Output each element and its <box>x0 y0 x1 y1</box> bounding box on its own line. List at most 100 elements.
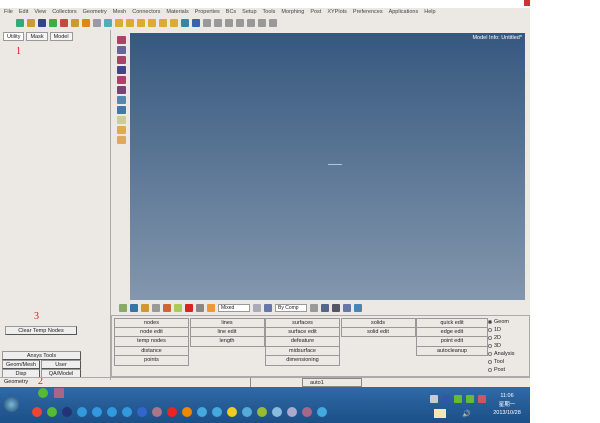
menu-view[interactable]: View <box>34 8 46 16</box>
toolbar-icon[interactable] <box>16 19 24 27</box>
toolbar-icon[interactable] <box>130 303 138 312</box>
taskbar-app-icon[interactable] <box>227 407 237 417</box>
radio-tool[interactable]: Tool <box>488 358 514 366</box>
radio-button[interactable] <box>488 328 492 332</box>
toolbar-icon[interactable] <box>49 19 57 27</box>
toolbar-icon[interactable] <box>310 303 318 312</box>
toolbar-icon[interactable] <box>27 19 35 27</box>
view-icon[interactable] <box>117 36 126 44</box>
view-icon[interactable] <box>117 66 126 74</box>
toolbar-icon[interactable] <box>321 303 329 312</box>
toolbar-icon[interactable] <box>126 19 134 27</box>
radio-button[interactable] <box>488 360 492 364</box>
menu-properties[interactable]: Properties <box>195 8 220 16</box>
tray-icon[interactable] <box>478 395 486 403</box>
view-icon[interactable] <box>117 116 126 124</box>
panel-button-points[interactable]: points <box>114 356 189 366</box>
tray-icon[interactable] <box>454 395 462 403</box>
current-component[interactable]: auto1 <box>302 378 362 387</box>
panel-button-solids[interactable]: solids <box>340 318 416 328</box>
panel-button-surfaces[interactable]: surfaces <box>265 318 340 328</box>
menu-materials[interactable]: Materials <box>166 8 188 16</box>
menu-applications[interactable]: Applications <box>389 8 419 16</box>
toolbar-icon[interactable] <box>236 19 244 27</box>
panel-button-nodes[interactable]: nodes <box>114 318 189 328</box>
tray-icon[interactable] <box>430 395 438 403</box>
radio-geom[interactable]: Geom <box>488 318 514 326</box>
taskbar-app-icon[interactable] <box>107 407 117 417</box>
menu-edit[interactable]: Edit <box>19 8 28 16</box>
volume-icon[interactable]: 🔊 <box>462 410 471 418</box>
toolbar-icon[interactable] <box>225 19 233 27</box>
panel-button-quick-edit[interactable]: quick edit <box>416 318 488 328</box>
panel-button-solid-edit[interactable]: solid edit <box>340 327 416 337</box>
menu-morphing[interactable]: Morphing <box>281 8 304 16</box>
panel-button-midsurface[interactable]: midsurface <box>265 346 340 356</box>
taskbar-app-icon[interactable] <box>32 407 42 417</box>
tray-icon[interactable] <box>466 395 474 403</box>
menu-mesh[interactable]: Mesh <box>113 8 126 16</box>
toolbar-icon[interactable] <box>354 303 362 312</box>
close-button[interactable] <box>524 0 530 6</box>
menu-collectors[interactable]: Collectors <box>52 8 76 16</box>
taskbar-app-icon[interactable] <box>302 407 312 417</box>
toolbar-icon[interactable] <box>258 19 266 27</box>
panel-button-autocleanup[interactable]: autocleanup <box>416 346 488 356</box>
toolbar-icon[interactable] <box>196 303 204 312</box>
toolbar-icon[interactable] <box>332 303 340 312</box>
toolbar-icon[interactable] <box>343 303 351 312</box>
toolbar-icon[interactable] <box>247 19 255 27</box>
tab-utility[interactable]: Utility <box>3 32 25 41</box>
user-button[interactable]: User <box>41 360 81 369</box>
taskbar-app-icon[interactable] <box>272 407 282 417</box>
toolbar-icon[interactable] <box>159 19 167 27</box>
radio-3d[interactable]: 3D <box>488 342 514 350</box>
taskbar-app-icon[interactable] <box>182 407 192 417</box>
view-icon[interactable] <box>117 136 126 144</box>
radio-1d[interactable]: 1D <box>488 326 514 334</box>
toolbar-icon[interactable] <box>269 19 277 27</box>
taskbar-app-icon[interactable] <box>212 407 222 417</box>
graphics-area[interactable]: Model Info: Untitled* <box>130 33 525 300</box>
toolbar-icon[interactable] <box>104 19 112 27</box>
menu-preferences[interactable]: Preferences <box>353 8 383 16</box>
toolbar-icon[interactable] <box>207 303 215 312</box>
menu-help[interactable]: Help <box>424 8 435 16</box>
ansys-tools-button[interactable]: Ansys Tools <box>2 351 81 360</box>
view-icon[interactable] <box>117 56 126 64</box>
taskbar-app-icon[interactable] <box>92 407 102 417</box>
toolbar-icon[interactable] <box>148 19 156 27</box>
hypermesh-task-icon[interactable] <box>54 388 64 398</box>
panel-button-lines[interactable]: lines <box>189 318 265 328</box>
panel-button-surface-edit[interactable]: surface edit <box>265 327 340 337</box>
view-icon[interactable] <box>117 86 126 94</box>
display-mode-select[interactable]: Mixed <box>218 303 250 312</box>
toolbar-icon[interactable] <box>264 303 272 312</box>
panel-button-point-edit[interactable]: point edit <box>416 337 488 347</box>
toolbar-icon[interactable] <box>163 303 171 312</box>
tab-model[interactable]: Model <box>49 32 73 41</box>
view-icon[interactable] <box>117 46 126 54</box>
menu-connectors[interactable]: Connectors <box>132 8 160 16</box>
toolbar-icon[interactable] <box>214 19 222 27</box>
menu-post[interactable]: Post <box>310 8 321 16</box>
toolbar-icon[interactable] <box>71 19 79 27</box>
toolbar-icon[interactable] <box>253 303 261 312</box>
menu-tools[interactable]: Tools <box>263 8 276 16</box>
toolbar-icon[interactable] <box>115 19 123 27</box>
panel-button-dimensioning[interactable]: dimensioning <box>265 356 340 366</box>
panel-button-length[interactable]: length <box>189 337 265 347</box>
clock[interactable]: 11:06 星期一 2013/10/28 <box>490 392 524 418</box>
taskbar-app-icon[interactable] <box>197 407 207 417</box>
panel-button-temp-nodes[interactable]: temp nodes <box>114 337 189 347</box>
radio-analysis[interactable]: Analysis <box>488 350 514 358</box>
color-mode-select[interactable]: By Comp <box>275 303 307 312</box>
clear-temp-nodes-button[interactable]: Clear Temp Nodes <box>5 326 77 335</box>
taskbar-app-icon[interactable] <box>242 407 252 417</box>
delete-icon[interactable] <box>185 303 193 312</box>
menu-file[interactable]: File <box>4 8 13 16</box>
tab-mask[interactable]: Mask <box>26 32 48 41</box>
panel-button-line-edit[interactable]: line edit <box>189 327 265 337</box>
toolbar-icon[interactable] <box>60 19 68 27</box>
view-icon[interactable] <box>117 76 126 84</box>
